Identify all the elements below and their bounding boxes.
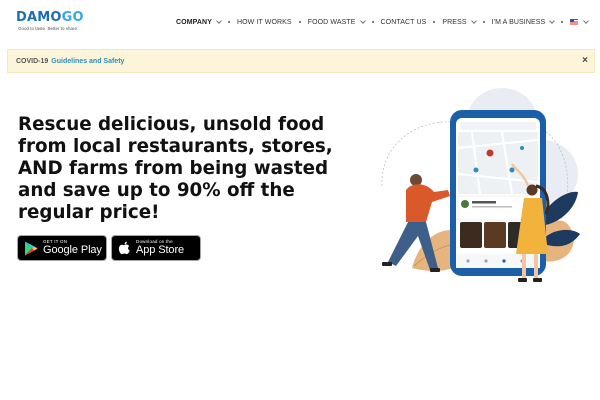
food-tile <box>460 222 482 248</box>
chevron-down-icon <box>216 18 222 24</box>
nav-item-contact-us[interactable]: CONTACT US <box>381 19 427 26</box>
nav-map-icon <box>502 259 506 263</box>
nav-item-food-waste[interactable]: FOOD WASTE <box>308 18 366 26</box>
chevron-down-icon <box>470 18 477 24</box>
chevron-down-icon <box>359 18 366 24</box>
map-pin-icon <box>509 167 515 173</box>
map-pin-icon <box>473 167 479 173</box>
chevron-down-icon <box>583 18 590 24</box>
covid-banner: COVID-19 Guidelines and Safety × <box>7 49 595 73</box>
nav-item-how-it-works[interactable]: HOW IT WORKS <box>237 19 292 26</box>
woman-head <box>526 184 538 196</box>
apple-icon <box>118 241 130 254</box>
man-head <box>410 174 422 186</box>
nav-item-company[interactable]: COMPANY <box>176 18 222 26</box>
woman-shoe <box>518 278 527 282</box>
woman-shoe <box>533 278 542 282</box>
main-nav: COMPANY HOW IT WORKS FOOD WASTE CONTACT … <box>176 15 590 29</box>
chevron-down-icon <box>549 18 556 24</box>
hero-illustration <box>381 88 580 282</box>
phone-search-bar <box>460 122 536 130</box>
man-shoe <box>430 268 440 272</box>
google-play-label: Google Play <box>43 244 102 257</box>
nav-separator <box>561 21 564 23</box>
covid-label: COVID-19 <box>16 57 49 65</box>
google-play-button[interactable]: GET IT ON Google Play <box>17 235 107 261</box>
app-store-button[interactable]: Download on the App Store <box>111 235 201 261</box>
site-header: DAMOGO Good to taste. Better to share. C… <box>0 0 600 43</box>
covid-guidelines-link[interactable]: Guidelines and Safety <box>51 58 124 65</box>
map-pin-icon <box>520 146 524 150</box>
nav-separator <box>298 21 301 23</box>
us-flag-icon <box>570 19 579 25</box>
close-icon[interactable]: × <box>582 55 588 66</box>
app-store-label: App Store <box>136 244 185 257</box>
google-play-icon <box>25 241 38 255</box>
woman-leg <box>534 254 538 280</box>
man-pants <box>388 222 438 270</box>
nav-separator <box>371 21 374 23</box>
store-avatar <box>461 200 469 208</box>
man-shoe <box>382 262 392 266</box>
nav-home-icon <box>466 259 470 263</box>
man-shirt <box>406 184 450 222</box>
damogo-logo[interactable]: DAMOGO Good to taste. Better to share. <box>16 10 86 36</box>
logo-tagline: Good to taste. Better to share. <box>18 26 79 31</box>
nav-item-business[interactable]: I'M A BUSINESS <box>492 18 556 26</box>
store-title-line <box>472 201 496 204</box>
nav-search-icon <box>484 259 488 263</box>
nav-item-press[interactable]: PRESS <box>442 18 477 26</box>
food-tile <box>484 222 506 248</box>
woman-leg <box>522 254 526 280</box>
language-selector[interactable] <box>570 18 590 25</box>
logo-wordmark: DAMOGO <box>16 10 84 25</box>
nav-separator <box>227 21 230 23</box>
nav-separator <box>433 21 436 23</box>
store-meta-line <box>472 206 512 208</box>
nav-separator <box>482 21 485 23</box>
map-pin-icon <box>486 149 494 157</box>
page: DAMOGO Good to taste. Better to share. C… <box>0 0 600 400</box>
hero-headline: Rescue delicious, unsold food from local… <box>18 114 333 223</box>
